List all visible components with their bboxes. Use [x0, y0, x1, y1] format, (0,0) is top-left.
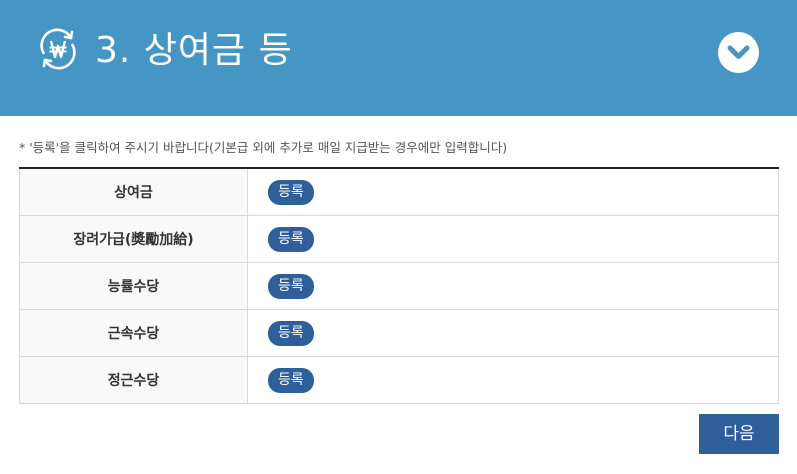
next-button[interactable]: 다음: [699, 414, 779, 454]
table-row: 정근수당 등록: [19, 356, 779, 404]
register-button[interactable]: 등록: [268, 367, 314, 393]
register-button[interactable]: 등록: [268, 273, 314, 299]
row-label: 장려가급(奬勵加給): [19, 215, 248, 263]
register-button[interactable]: 등록: [268, 320, 314, 346]
chevron-down-icon: [727, 45, 750, 59]
row-label: 근속수당: [19, 309, 248, 357]
row-label: 정근수당: [19, 356, 248, 404]
won-cycle-icon: [33, 24, 83, 74]
instruction-text: * '등록'을 클릭하여 주시기 바랍니다(기본급 외에 추가로 매일 지급받는…: [19, 140, 508, 155]
allowance-table: 상여금 등록 장려가급(奬勵加給) 등록 능률수당 등록 근속수당 등록 정근수…: [19, 167, 779, 404]
register-button[interactable]: 등록: [268, 226, 314, 252]
register-button[interactable]: 등록: [268, 179, 314, 205]
table-row: 근속수당 등록: [19, 309, 779, 357]
section-title: 3. 상여금 등: [95, 30, 293, 71]
collapse-toggle-button[interactable]: [718, 32, 759, 73]
row-label: 상여금: [19, 168, 248, 216]
row-label: 능률수당: [19, 262, 248, 310]
section-header: 3. 상여금 등: [0, 0, 797, 116]
table-row: 능률수당 등록: [19, 262, 779, 310]
table-row: 상여금 등록: [19, 168, 779, 216]
table-row: 장려가급(奬勵加給) 등록: [19, 215, 779, 263]
